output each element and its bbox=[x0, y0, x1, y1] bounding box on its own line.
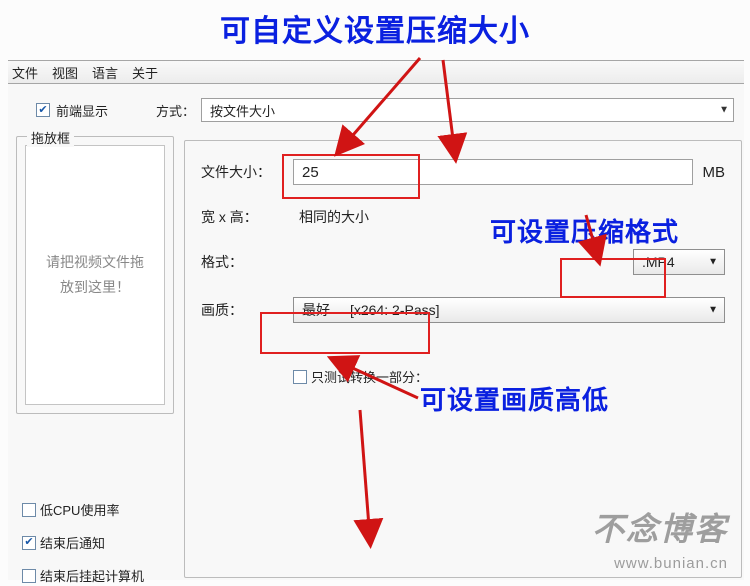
quality-value-2: [x264: 2-Pass] bbox=[350, 302, 440, 318]
format-row: 格式： .MP4 ▼ bbox=[201, 249, 725, 275]
file-size-value: 25 bbox=[302, 164, 319, 181]
low-cpu-label: 低CPU使用率 bbox=[40, 500, 119, 519]
annotation-format: 可设置压缩格式 bbox=[490, 212, 750, 249]
mode-select[interactable]: 按文件大小 ▼ bbox=[201, 98, 734, 122]
quality-label: 画质： bbox=[201, 300, 293, 320]
suspend-checkbox[interactable] bbox=[22, 569, 36, 583]
test-convert-label: 只测试转换一部分： bbox=[311, 367, 428, 386]
drop-group: 拖放框 请把视频文件拖 放到这里！ bbox=[16, 136, 174, 414]
low-cpu-checkbox[interactable] bbox=[22, 503, 36, 517]
file-size-row: 文件大小： 25 MB bbox=[201, 159, 725, 185]
options-list: 低CPU使用率 结束后通知 结束后挂起计算机 bbox=[16, 500, 174, 585]
top-row: 前端显示 方式： 按文件大小 ▼ bbox=[8, 84, 744, 128]
test-convert-checkbox[interactable] bbox=[293, 370, 307, 384]
menu-view[interactable]: 视图 bbox=[52, 63, 78, 82]
mode-select-value: 按文件大小 bbox=[210, 101, 275, 120]
menu-bar: 文件 视图 语言 关于 bbox=[8, 60, 744, 84]
front-display-label: 前端显示 bbox=[56, 101, 108, 120]
watermark-url: www.bunian.cn bbox=[614, 555, 728, 572]
notify-label: 结束后通知 bbox=[40, 533, 105, 552]
format-value: .MP4 bbox=[642, 254, 675, 270]
annotation-top: 可自定义设置压缩大小 bbox=[0, 6, 750, 50]
quality-row: 画质： 最好 [x264: 2-Pass] ▼ bbox=[201, 297, 725, 323]
quality-select[interactable]: 最好 [x264: 2-Pass] ▼ bbox=[293, 297, 725, 323]
notify-checkbox[interactable] bbox=[22, 536, 36, 550]
format-label: 格式： bbox=[201, 252, 293, 272]
chevron-down-icon: ▼ bbox=[719, 105, 729, 116]
drop-target[interactable]: 请把视频文件拖 放到这里！ bbox=[25, 145, 165, 405]
watermark-logo: 不念博客 bbox=[592, 504, 728, 550]
menu-about[interactable]: 关于 bbox=[132, 63, 158, 82]
chevron-down-icon: ▼ bbox=[708, 257, 718, 268]
mode-label: 方式： bbox=[156, 101, 195, 120]
format-select[interactable]: .MP4 ▼ bbox=[633, 249, 725, 275]
file-size-unit: MB bbox=[703, 164, 726, 181]
quality-value-1: 最好 bbox=[302, 300, 330, 320]
left-column: 拖放框 请把视频文件拖 放到这里！ 低CPU使用率 结束后通知 结束后挂起计算机 bbox=[8, 132, 178, 580]
file-size-label: 文件大小： bbox=[201, 162, 293, 182]
suspend-label: 结束后挂起计算机 bbox=[40, 566, 144, 585]
wh-value: 相同的大小 bbox=[293, 207, 369, 227]
menu-language[interactable]: 语言 bbox=[92, 63, 118, 82]
drop-hint-line2: 放到这里！ bbox=[46, 275, 144, 300]
drop-hint-line1: 请把视频文件拖 bbox=[46, 250, 144, 275]
annotation-quality: 可设置画质高低 bbox=[420, 380, 609, 417]
wh-label: 宽 x 高： bbox=[201, 207, 293, 227]
front-display-checkbox[interactable] bbox=[36, 103, 50, 117]
file-size-input[interactable]: 25 bbox=[293, 159, 693, 185]
menu-file[interactable]: 文件 bbox=[12, 63, 38, 82]
chevron-down-icon: ▼ bbox=[708, 305, 718, 316]
drop-group-title: 拖放框 bbox=[27, 128, 74, 147]
